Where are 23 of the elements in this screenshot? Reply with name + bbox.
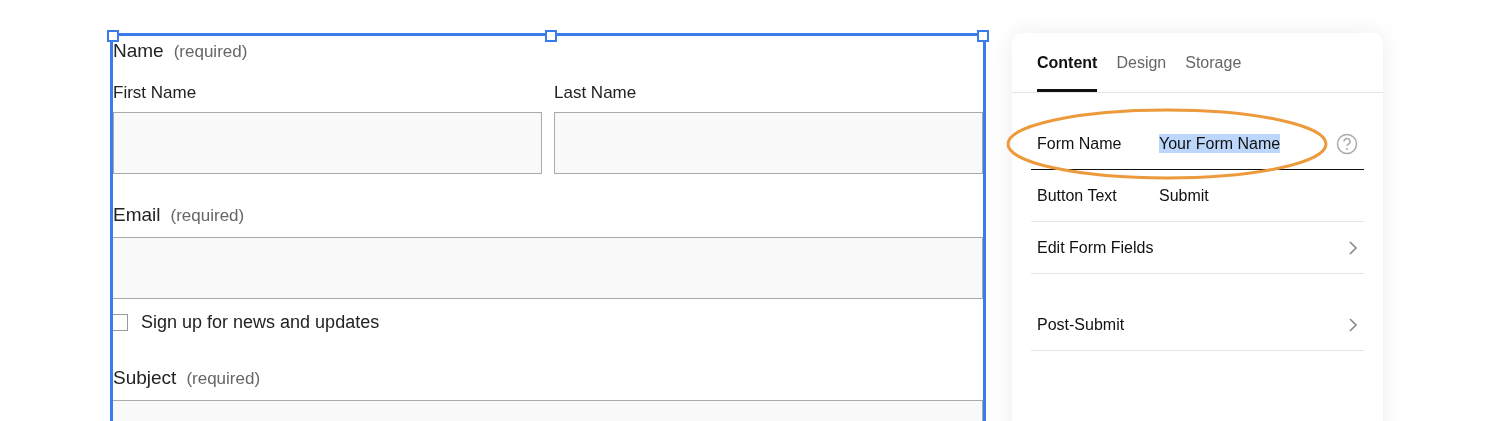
panel-tab[interactable]: Storage: [1185, 33, 1242, 92]
field-label: Email: [113, 204, 161, 226]
panel-tab[interactable]: Design: [1116, 33, 1167, 92]
required-hint: (required): [186, 369, 261, 389]
settings-link-row[interactable]: Edit Form Fields: [1031, 222, 1364, 274]
setting-label: Form Name: [1037, 134, 1123, 153]
setting-link[interactable]: Edit Form Fields: [1037, 238, 1348, 257]
field-label: Name: [113, 40, 164, 62]
settings-link-row[interactable]: Post-Submit: [1031, 274, 1364, 351]
field-label: Subject: [113, 367, 177, 389]
settings-row[interactable]: Button Text Submit: [1031, 170, 1364, 222]
panel-tab[interactable]: Content: [1037, 33, 1098, 92]
field-label: First Name: [113, 83, 198, 103]
required-hint: (required): [173, 42, 248, 62]
setting-value[interactable]: Your Form Name: [1159, 133, 1281, 153]
required-hint: (required): [170, 206, 245, 226]
checkbox-label: Sign up for news and updates: [141, 312, 380, 333]
setting-value[interactable]: Submit: [1159, 185, 1209, 205]
setting-label: Button Text: [1037, 186, 1118, 205]
selection-frame[interactable]: Name (required) First Name Last Name Email (required) Sign up for news and updates Subject (required): [110, 33, 986, 421]
settings-row[interactable]: Form Name Your Form Name: [1031, 118, 1364, 170]
setting-link[interactable]: Post-Submit: [1037, 316, 1348, 334]
field-label: Last Name: [554, 83, 638, 103]
